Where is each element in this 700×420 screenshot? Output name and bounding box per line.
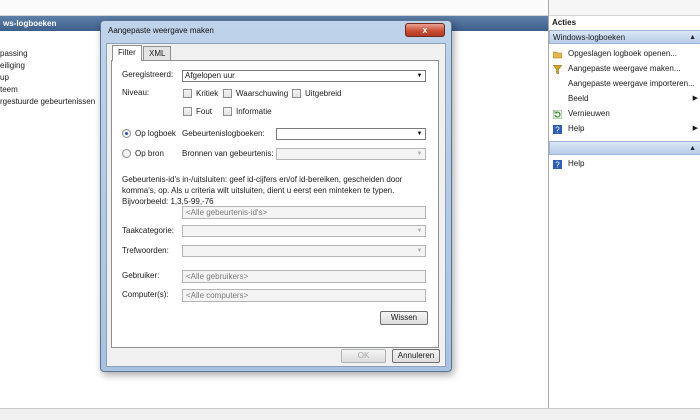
checkbox-error[interactable] <box>183 107 192 116</box>
create-custom-view-dialog: Aangepaste weergave maken x Filter XML G… <box>100 20 452 372</box>
computer-input[interactable]: <Alle computers> <box>182 289 426 302</box>
computer-label: Computer(s): <box>122 290 169 299</box>
collapse-up-icon[interactable]: ▲ <box>689 142 696 156</box>
tab-xml[interactable]: XML <box>143 46 172 60</box>
close-button[interactable]: x <box>405 23 445 37</box>
filter-icon <box>552 64 563 75</box>
action-label: Aangepaste weergave maken... <box>568 64 681 73</box>
level-label: Niveau: <box>122 88 150 97</box>
tree-item-system[interactable]: teem <box>0 84 18 96</box>
status-bar <box>0 408 700 420</box>
tree-toolbar <box>0 0 548 16</box>
logged-select[interactable]: Afgelopen uur ▼ <box>182 70 426 82</box>
event-sources-label: Bronnen van gebeurtenis: <box>182 149 274 158</box>
actions-section-2[interactable]: ▲ <box>549 141 700 155</box>
actions-pane: Acties Windows-logboeken ▲ Opgeslagen lo… <box>548 0 700 408</box>
cancel-button[interactable]: Annuleren <box>392 349 440 363</box>
action-label: Opgeslagen logboek openen... <box>568 49 677 58</box>
information-label: Informatie <box>236 107 272 116</box>
action-label: Help <box>568 124 585 133</box>
event-sources-select[interactable]: ▼ <box>276 148 426 160</box>
action-help[interactable]: ? Help ▶ <box>549 121 700 136</box>
help-icon: ? <box>553 124 562 135</box>
tree-item-security[interactable]: eiliging <box>0 60 25 72</box>
tree-item-application[interactable]: passing <box>0 48 28 60</box>
verbose-label: Uitgebreid <box>305 89 342 98</box>
action-view[interactable]: Beeld ▶ <box>549 91 700 106</box>
logged-value: Afgelopen uur <box>185 71 235 80</box>
keywords-select[interactable]: ▼ <box>182 245 426 257</box>
tree-item-setup[interactable]: up <box>0 72 9 84</box>
action-label: Aangepaste weergave importeren... <box>568 79 695 88</box>
user-input[interactable]: <Alle gebruikers> <box>182 270 426 283</box>
refresh-icon <box>552 109 563 120</box>
by-log-label: Op logboek <box>135 129 176 138</box>
actions-title: Acties <box>552 18 577 27</box>
checkbox-information[interactable] <box>223 107 232 116</box>
dropdown-arrow-icon: ▼ <box>416 151 423 157</box>
action-label: Help <box>568 159 585 168</box>
collapse-up-icon[interactable]: ▲ <box>689 31 696 45</box>
event-ids-input[interactable]: <Alle gebeurtenis-id's> <box>182 206 426 219</box>
event-logs-label: Gebeurtenislogboeken: <box>182 129 265 138</box>
dialog-body: Filter XML Geregistreerd: Afgelopen uur … <box>106 43 446 367</box>
checkbox-verbose[interactable] <box>292 89 301 98</box>
checkbox-critical[interactable] <box>183 89 192 98</box>
help-icon: ? <box>553 159 562 170</box>
radio-by-log[interactable] <box>122 129 131 138</box>
dropdown-arrow-icon: ▼ <box>416 248 423 254</box>
tree-item-forwarded-events[interactable]: rgestuurde gebeurtenissen <box>0 96 95 108</box>
user-label: Gebruiker: <box>122 271 160 280</box>
critical-label: Kritiek <box>196 89 219 98</box>
dialog-title: Aangepaste weergave maken <box>108 26 214 35</box>
radio-by-source[interactable] <box>122 149 131 158</box>
ok-button[interactable]: OK <box>341 349 386 363</box>
section-label: Windows-logboeken <box>553 33 626 42</box>
action-label: Vernieuwen <box>568 109 610 118</box>
folder-icon <box>552 49 563 59</box>
task-category-select[interactable]: ▼ <box>182 225 426 237</box>
checkbox-warning[interactable] <box>223 89 232 98</box>
action-import-custom-view[interactable]: Aangepaste weergave importeren... <box>549 76 700 91</box>
actions-toolbar <box>549 0 700 16</box>
actions-section-windows-logs[interactable]: Windows-logboeken ▲ <box>549 30 700 44</box>
dropdown-arrow-icon: ▼ <box>416 228 423 234</box>
action-refresh[interactable]: Vernieuwen <box>549 106 700 121</box>
event-logs-select[interactable]: ▼ <box>276 128 426 140</box>
tab-filter[interactable]: Filter <box>112 45 142 61</box>
event-ids-description: Gebeurtenis-id's in-/uitsluiten: geef id… <box>122 175 403 206</box>
action-label: Beeld <box>568 94 589 103</box>
task-category-label: Taakcategorie: <box>122 226 175 235</box>
svg-text:?: ? <box>555 126 560 135</box>
submenu-arrow-icon: ▶ <box>692 125 698 132</box>
keywords-label: Trefwoorden: <box>122 246 169 255</box>
filter-panel: Geregistreerd: Afgelopen uur ▼ Niveau: K… <box>111 60 439 348</box>
error-label: Fout <box>196 107 213 116</box>
action-create-custom-view[interactable]: Aangepaste weergave maken... <box>549 61 700 76</box>
logged-label: Geregistreerd: <box>122 70 174 79</box>
svg-text:?: ? <box>555 161 560 170</box>
warning-label: Waarschuwing <box>236 89 289 98</box>
by-source-label: Op bron <box>135 149 164 158</box>
action-help-2[interactable]: ? Help <box>549 156 700 171</box>
dropdown-arrow-icon: ▼ <box>416 73 423 79</box>
submenu-arrow-icon: ▶ <box>692 95 698 102</box>
dropdown-arrow-icon: ▼ <box>416 131 423 137</box>
clear-button[interactable]: Wissen <box>380 311 428 325</box>
action-open-saved-log[interactable]: Opgeslagen logboek openen... <box>549 46 700 61</box>
